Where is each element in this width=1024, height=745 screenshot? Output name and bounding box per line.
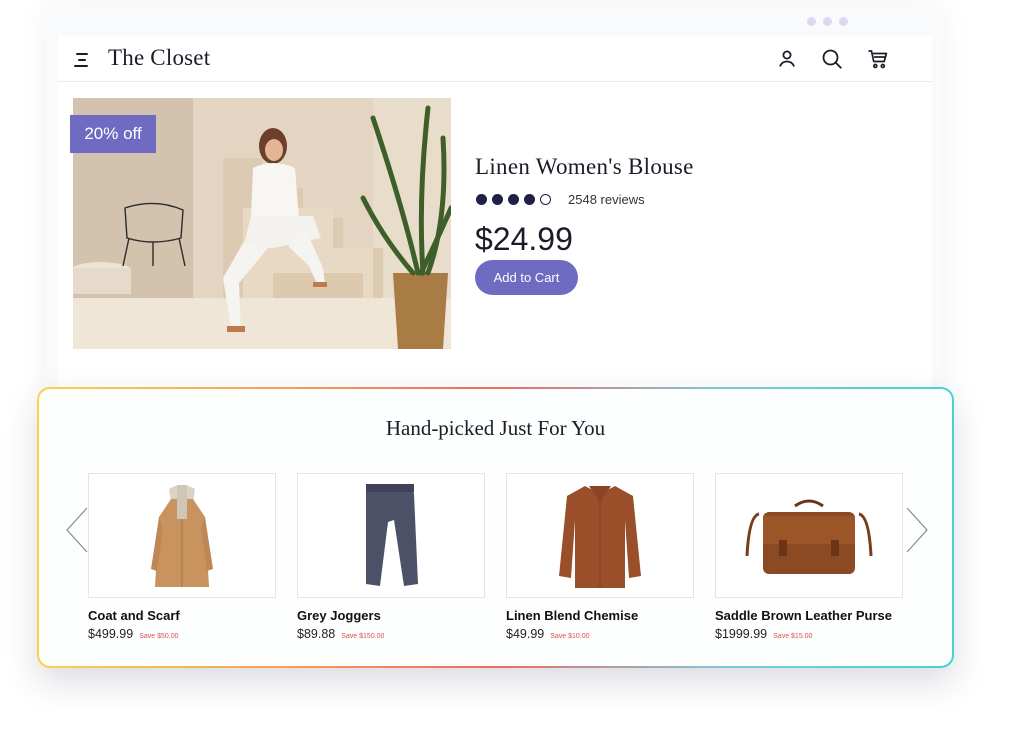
site-logo[interactable]: The Closet (108, 45, 210, 71)
cart-icon[interactable] (866, 47, 890, 71)
product-price: $499.99 (88, 627, 134, 641)
product-image-joggers[interactable] (297, 473, 485, 598)
site-header: The Closet (58, 36, 932, 82)
rating-dot-filled (508, 194, 519, 205)
product-price: $1999.99 (715, 627, 768, 641)
window-dots (807, 17, 848, 26)
product-image-coat[interactable] (88, 473, 276, 598)
discount-badge: 20% off (70, 115, 156, 153)
rating-dot-filled (476, 194, 487, 205)
user-icon[interactable] (775, 47, 799, 71)
product-price: $24.99 (475, 221, 573, 257)
product-name[interactable]: Grey Joggers (297, 608, 487, 623)
product-image-chemise[interactable] (506, 473, 694, 598)
carousel-next-arrow-icon[interactable] (905, 506, 929, 554)
product-name[interactable]: Linen Blend Chemise (506, 608, 696, 623)
product-savings: Save $15.00 (773, 633, 813, 640)
product-card[interactable]: Coat and Scarf $499.99 Save $50.00 (88, 473, 278, 641)
rating-dot-filled (492, 194, 503, 205)
product-savings: Save $150.00 (341, 633, 385, 640)
recommendations-title: Hand-picked Just For You (385, 416, 606, 440)
rating: 2548 reviews (476, 192, 645, 207)
carousel-prev-arrow-icon[interactable] (65, 506, 89, 554)
product-savings: Save $50.00 (139, 633, 179, 640)
product-title: Linen Women's Blouse (475, 154, 694, 179)
product-price: $49.99 (506, 627, 545, 641)
add-to-cart-button[interactable]: Add to Cart (475, 260, 578, 295)
store-page: The Closet 20% off Linen Women's Blouse … (58, 36, 932, 392)
search-icon[interactable] (820, 47, 844, 71)
menu-icon[interactable] (74, 53, 90, 67)
rating-dot-filled (524, 194, 535, 205)
product-card[interactable]: Linen Blend Chemise $49.99 Save $10.00 (506, 473, 696, 641)
product-name[interactable]: Coat and Scarf (88, 608, 278, 623)
rating-dot-empty (540, 194, 551, 205)
product-name[interactable]: Saddle Brown Leather Purse (715, 608, 905, 623)
product-image-purse[interactable] (715, 473, 903, 598)
review-count[interactable]: 2548 reviews (568, 192, 645, 207)
recommendations-panel: Hand-picked Just For You Coat and Scarf … (37, 387, 954, 668)
product-card[interactable]: Saddle Brown Leather Purse $1999.99 Save … (715, 473, 905, 641)
product-card[interactable]: Grey Joggers $89.88 Save $150.00 (297, 473, 487, 641)
product-price: $89.88 (297, 627, 336, 641)
product-savings: Save $10.00 (550, 633, 590, 640)
